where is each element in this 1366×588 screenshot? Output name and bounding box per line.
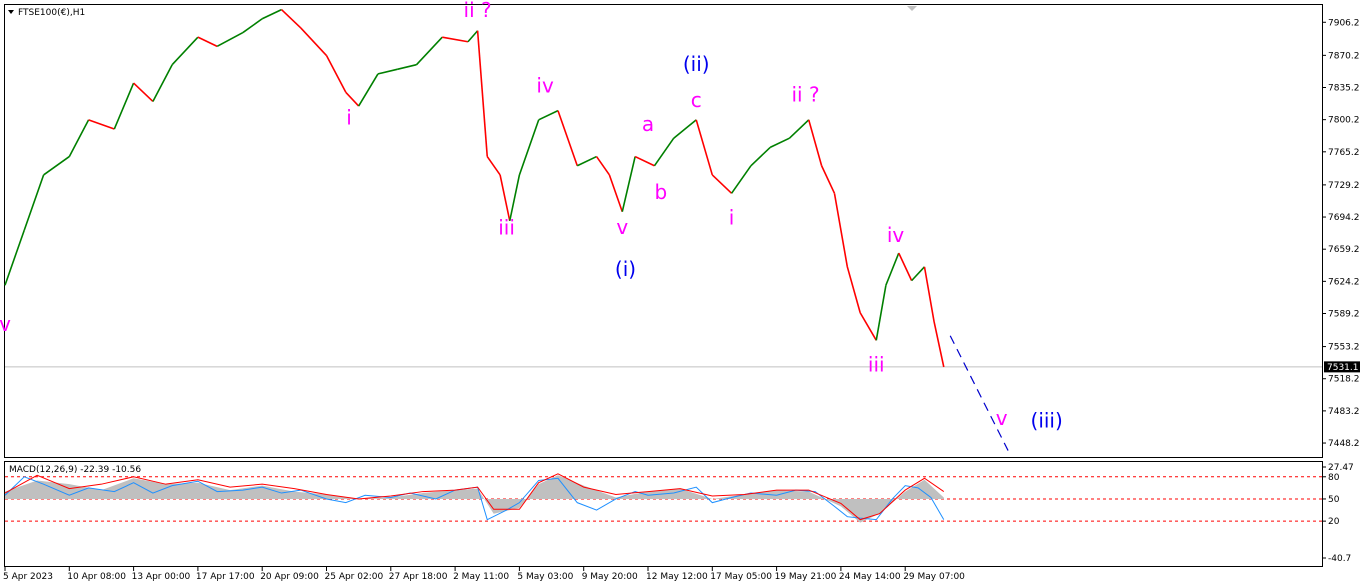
price-tick-label: 7553.2 bbox=[1328, 343, 1360, 353]
wave-label: i bbox=[729, 206, 735, 230]
time-tick-label: 27 Apr 18:00 bbox=[389, 572, 448, 582]
wave-label: c bbox=[691, 88, 702, 112]
price-tick-label: 7659.2 bbox=[1328, 245, 1360, 255]
time-tick-label: 12 May 12:00 bbox=[646, 572, 708, 582]
time-tick-label: 25 Apr 02:00 bbox=[325, 572, 384, 582]
price-tick-label: 7870.2 bbox=[1328, 51, 1360, 61]
price-tick-label: 7800.2 bbox=[1328, 116, 1360, 126]
wave-label: ii ? bbox=[791, 82, 819, 106]
wave-label: iii bbox=[498, 216, 515, 240]
wave-label: iv bbox=[536, 73, 554, 97]
time-tick-label: 20 Apr 09:00 bbox=[260, 572, 319, 582]
price-tick-label: 7906.2 bbox=[1328, 18, 1360, 28]
wave-label: v bbox=[616, 215, 628, 239]
time-tick-label: 24 May 14:00 bbox=[839, 572, 901, 582]
current-price-label: 7531.1 bbox=[1327, 363, 1359, 373]
wave-label: v bbox=[0, 312, 11, 336]
wave-label: v bbox=[996, 406, 1008, 430]
price-axis: 7906.2 7870.2 7835.2 7800.2 7765.2 7729.2 7694… bbox=[1322, 18, 1360, 449]
time-tick-label: 29 May 07:00 bbox=[903, 572, 965, 582]
macd-tick-label: 27.47 bbox=[1328, 463, 1354, 473]
time-tick-label: 17 Apr 17:00 bbox=[196, 572, 255, 582]
price-tick-label: 7483.2 bbox=[1328, 407, 1360, 417]
time-axis: 5 Apr 2023 10 Apr 08:00 13 Apr 00:00 17 Apr… bbox=[3, 567, 965, 582]
time-tick-label: 5 Apr 2023 bbox=[3, 572, 53, 582]
macd-tick-label: 50 bbox=[1328, 495, 1340, 505]
price-tick-label: 7694.2 bbox=[1328, 213, 1360, 223]
price-panel[interactable] bbox=[4, 4, 1323, 458]
macd-tick-label: -40.7 bbox=[1328, 554, 1351, 564]
price-tick-label: 7835.2 bbox=[1328, 83, 1360, 93]
wave-label: b bbox=[655, 180, 668, 204]
time-tick-label: 10 Apr 08:00 bbox=[67, 572, 126, 582]
wave-label: (iii) bbox=[1031, 409, 1063, 433]
wave-label: iii bbox=[868, 353, 885, 377]
wave-label: (i) bbox=[615, 257, 636, 281]
time-tick-label: 2 May 11:00 bbox=[453, 572, 509, 582]
wave-label: iv bbox=[887, 223, 905, 247]
macd-panel[interactable] bbox=[4, 461, 1323, 567]
time-tick-label: 17 May 05:00 bbox=[710, 572, 772, 582]
price-tick-label: 7448.2 bbox=[1328, 439, 1360, 449]
price-tick-label: 7518.2 bbox=[1328, 375, 1360, 385]
price-tick-label: 7729.2 bbox=[1328, 181, 1360, 191]
wave-label: a bbox=[642, 112, 654, 136]
wave-label: ii ? bbox=[464, 0, 492, 22]
time-tick-label: 13 Apr 00:00 bbox=[132, 572, 191, 582]
wave-label: i bbox=[346, 105, 352, 129]
price-tick-label: 7624.2 bbox=[1328, 277, 1360, 287]
price-tick-label: 7765.2 bbox=[1328, 148, 1360, 158]
chart-window[interactable]: FTSE100(€),H1 MACD(12,26,9) -22.39 -10.5… bbox=[0, 0, 1366, 588]
price-tick-label: 7589.2 bbox=[1328, 309, 1360, 319]
macd-tick-label: 80 bbox=[1328, 473, 1340, 483]
time-tick-label: 19 May 21:00 bbox=[775, 572, 837, 582]
macd-tick-label: 20 bbox=[1328, 517, 1340, 527]
time-tick-label: 9 May 20:00 bbox=[582, 572, 638, 582]
macd-axis: 27.4780 50 20 -40.7 bbox=[1322, 463, 1354, 564]
macd-title: MACD(12,26,9) -22.39 -10.56 bbox=[9, 465, 141, 475]
wave-label: (ii) bbox=[683, 52, 710, 76]
symbol-title: FTSE100(€),H1 bbox=[18, 8, 85, 18]
time-tick-label: 5 May 03:00 bbox=[517, 572, 573, 582]
